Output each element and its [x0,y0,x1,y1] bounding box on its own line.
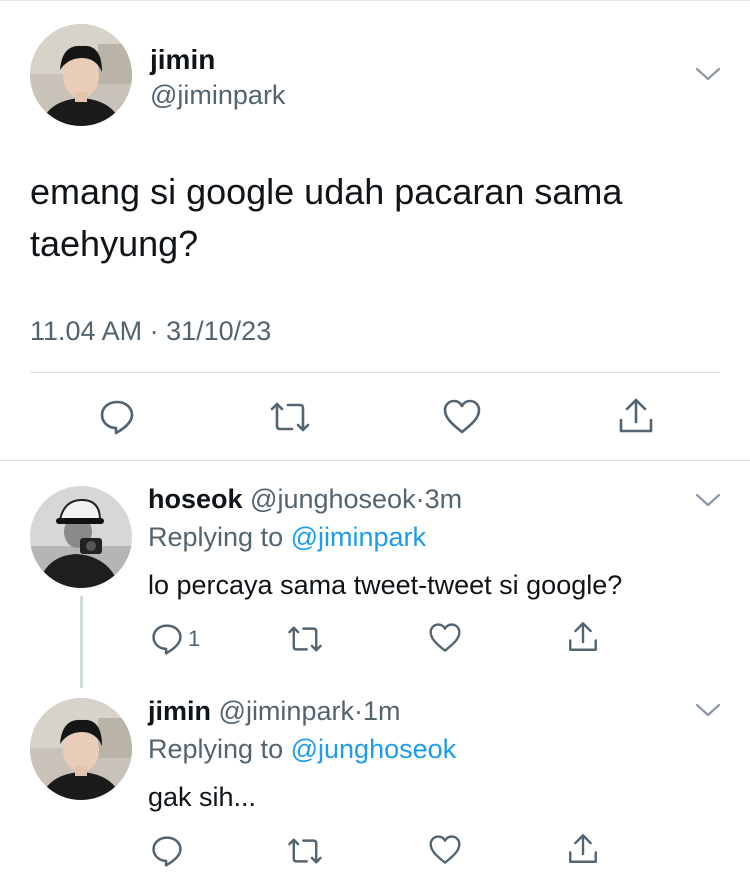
reply2-replying-to: Replying to @junghoseok [148,734,456,765]
reply2-dot: · [353,696,363,726]
share-icon[interactable] [566,620,600,654]
retweet-icon[interactable] [268,398,312,436]
like-icon[interactable] [428,834,462,866]
reply2-handle[interactable]: @jiminpark [219,696,354,726]
reply1-display-name[interactable]: hoseok [148,484,243,514]
main-divider [30,372,720,373]
share-icon[interactable] [566,832,600,866]
like-icon[interactable] [428,622,462,654]
reply1-header: hoseok @junghoseok·3m [148,484,462,515]
retweet-icon[interactable] [286,834,324,868]
chevron-down-icon[interactable] [694,64,722,84]
reply2-header: jimin @jiminpark·1m [148,696,400,727]
avatar-jimin[interactable] [30,24,132,126]
main-handle[interactable]: @jiminpark [150,80,285,111]
timestamp-separator: · [149,316,159,346]
main-timestamp[interactable]: 11.04 AM · 31/10/23 [30,316,271,347]
reply2-text: gak sih... [148,782,257,812]
share-icon[interactable] [616,396,656,436]
reply1-reply-count: 1 [188,626,201,651]
reply1-text: lo percaya sama tweet-tweet si google? [148,570,623,600]
reply1-age: 3m [424,484,463,514]
replying-to-label: Replying to [148,734,284,764]
reply1-handle[interactable]: @junghoseok [250,484,416,514]
reply-icon[interactable] [150,834,184,868]
thread-connector-line [80,596,83,688]
reply-icon [152,624,182,655]
chevron-down-icon[interactable] [694,700,722,720]
main-time: 11.04 AM [30,316,143,346]
main-date: 31/10/23 [166,316,272,346]
main-tweet-text-line1: emang si google udah pacaran sama [30,171,623,212]
top-divider [0,0,750,1]
main-display-name[interactable]: jimin [150,44,215,76]
reply2-age: 1m [362,696,401,726]
reply1-dot: · [415,484,425,514]
chevron-down-icon[interactable] [694,490,722,510]
replying-to-link[interactable]: @junghoseok [291,734,457,764]
like-icon[interactable] [442,398,482,436]
main-tweet-text: emang si google udah pacaran sama taehyu… [30,166,720,270]
retweet-icon[interactable] [286,622,324,656]
reply1-reply-button[interactable]: 1 [150,622,200,656]
avatar-jimin-reply[interactable] [30,698,132,800]
reply2-display-name[interactable]: jimin [148,696,211,726]
reply1-replying-to: Replying to @jiminpark [148,522,426,553]
main-tweet-text-line2: taehyung? [30,223,199,264]
avatar-hoseok[interactable] [30,486,132,588]
section-divider [0,460,750,461]
replying-to-link[interactable]: @jiminpark [291,522,426,552]
replying-to-label: Replying to [148,522,284,552]
reply-icon[interactable] [98,398,136,436]
